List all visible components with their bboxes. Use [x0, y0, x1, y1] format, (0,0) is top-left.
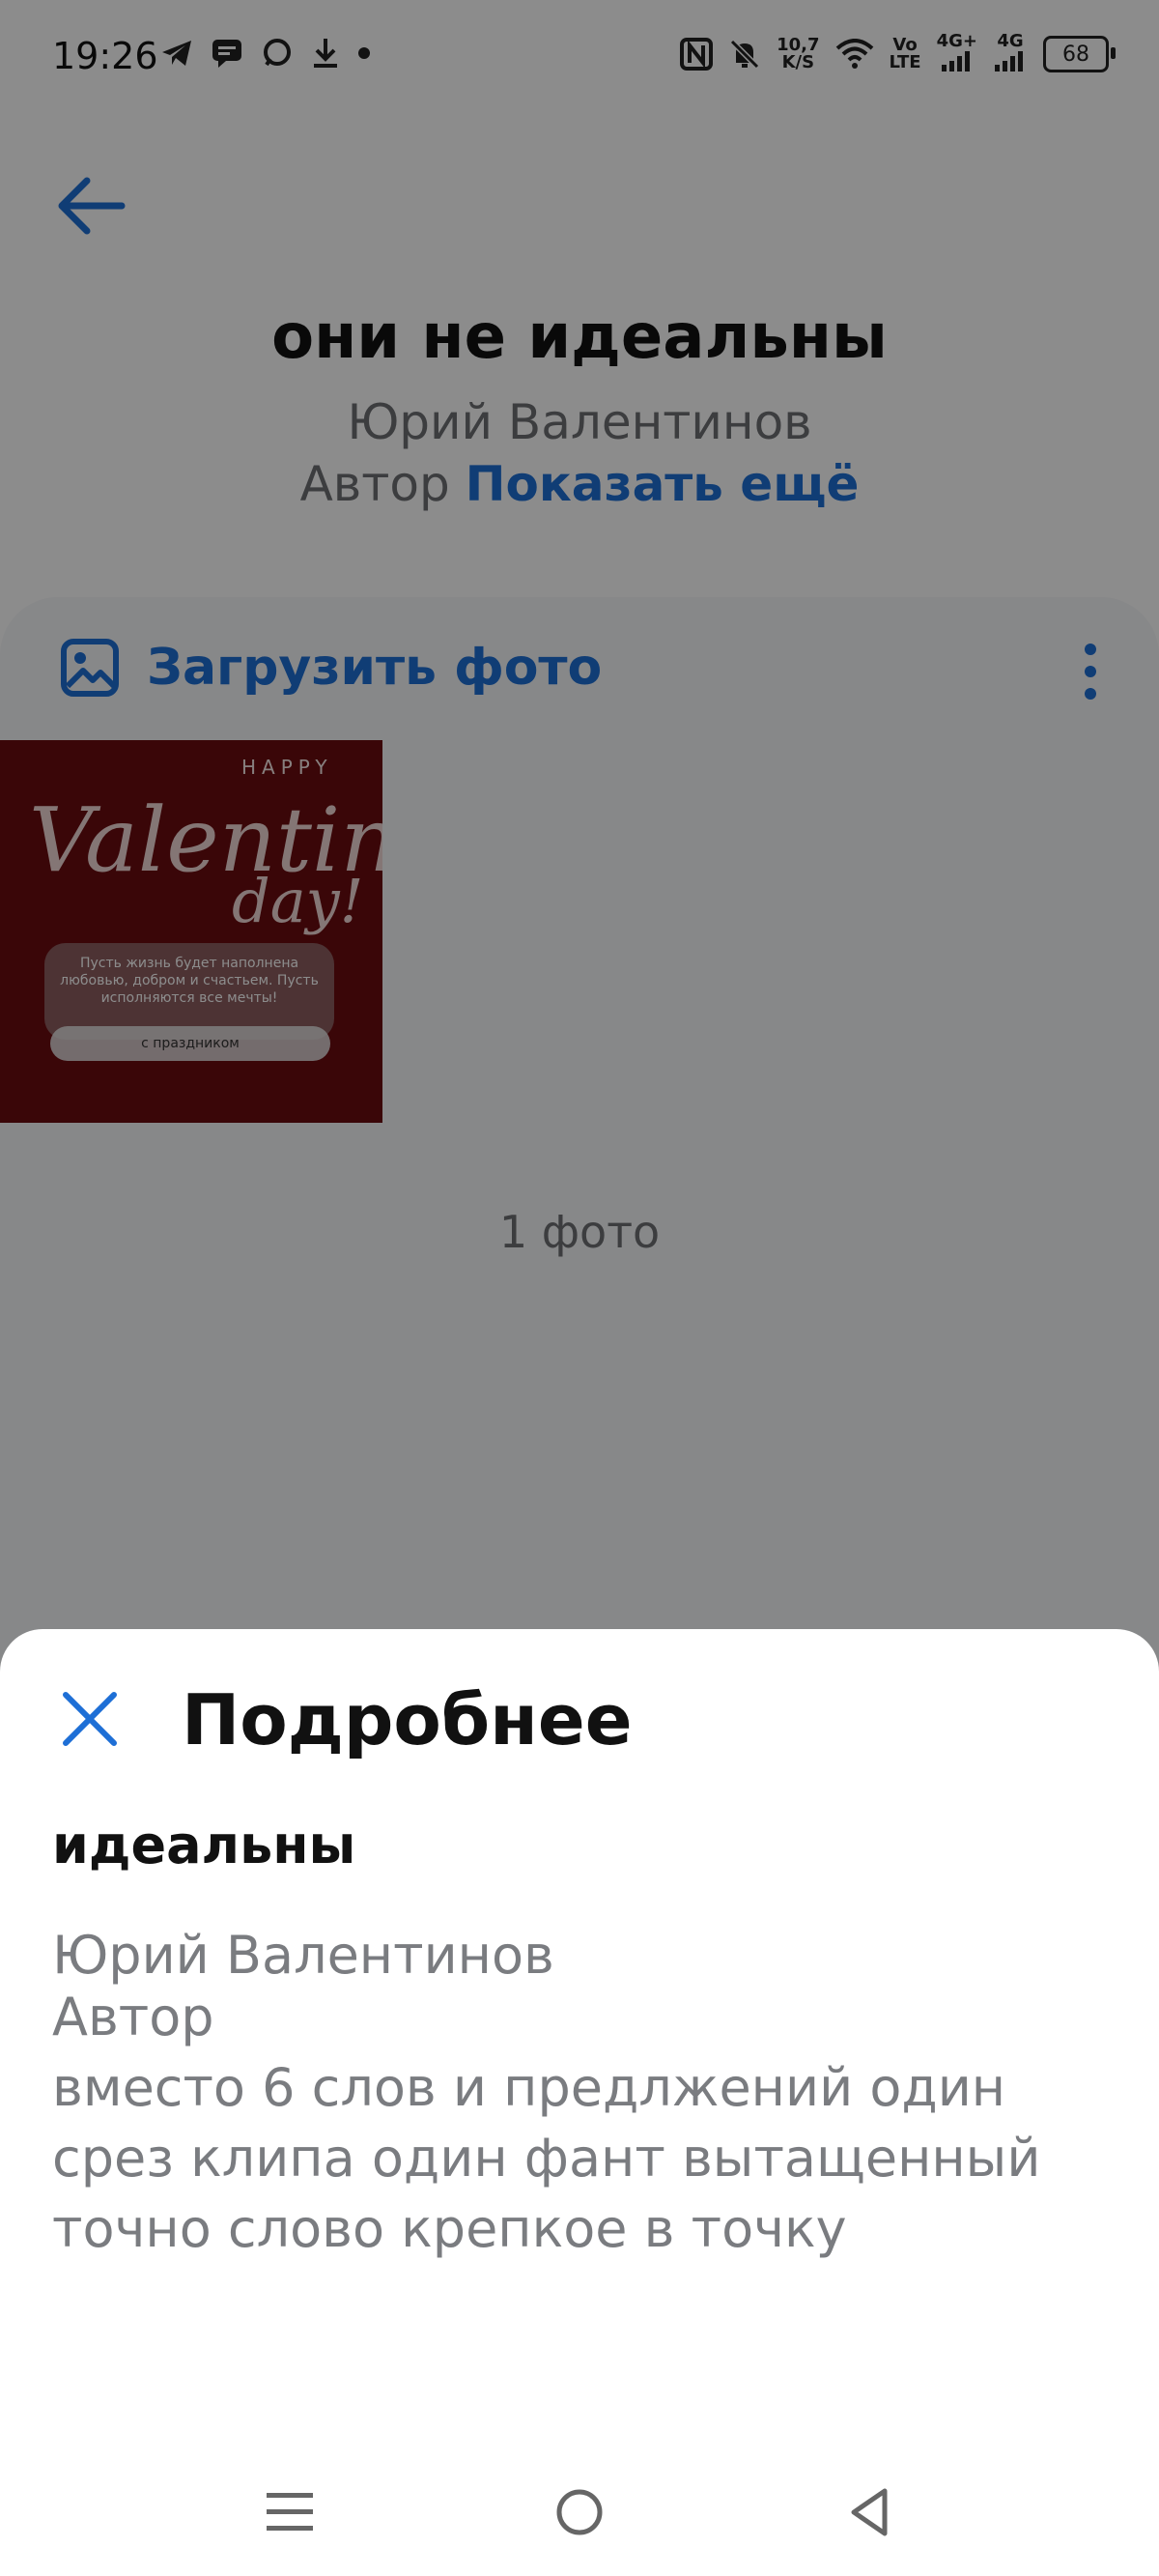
close-icon[interactable]	[60, 1689, 120, 1749]
sheet-description: вместо 6 слов и предлжений один срез кли…	[52, 2057, 1041, 2259]
nav-menu-button[interactable]	[232, 2454, 348, 2570]
sheet-title: Подробнее	[182, 1679, 633, 1760]
menu-icon	[267, 2493, 313, 2531]
sheet-author-role: Автор	[52, 1987, 214, 2047]
nav-home-button[interactable]	[522, 2454, 637, 2570]
back-triangle-icon	[851, 2488, 888, 2536]
home-circle-icon	[556, 2489, 603, 2535]
system-nav-bar	[0, 2454, 1159, 2576]
sheet-author-name: Юрий Валентинов	[52, 1925, 554, 1986]
sheet-subtitle: идеальны	[52, 1815, 356, 1875]
nav-back-button[interactable]	[811, 2454, 927, 2570]
